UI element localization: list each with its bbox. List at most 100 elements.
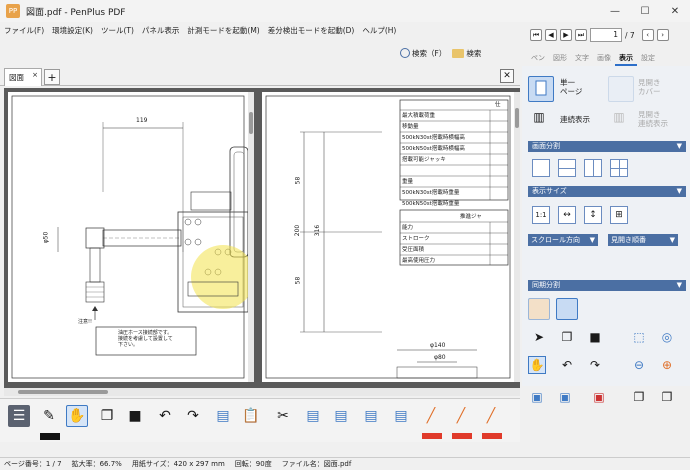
sync-split-vertical-button[interactable] bbox=[556, 298, 578, 320]
line-tool-2-icon[interactable]: ╱ bbox=[450, 405, 472, 427]
facing-cover-button[interactable] bbox=[608, 76, 634, 102]
size-section-header[interactable]: 表示サイズ ▼ bbox=[528, 186, 686, 197]
sync-section-header[interactable]: 同期分割 ▼ bbox=[528, 280, 686, 291]
split-vertical-button[interactable] bbox=[584, 159, 602, 177]
left-page-scrollbar[interactable] bbox=[248, 92, 254, 382]
menu-tools[interactable]: ツール(T) bbox=[101, 25, 134, 36]
prev-view-button[interactable]: ‹ bbox=[641, 29, 654, 41]
right-page-scrollbar[interactable] bbox=[514, 92, 520, 382]
folder-search-button[interactable]: 検索 bbox=[452, 48, 481, 59]
menu-help[interactable]: ヘルプ(H) bbox=[362, 25, 396, 36]
select-arrow-icon[interactable]: ➤ bbox=[530, 328, 548, 346]
left-page[interactable]: 119 φ50 注意!! 油圧ホース接続部です。 接続を考慮して設置して 下さい… bbox=[8, 92, 248, 382]
zoom-out-icon[interactable]: ⊖ bbox=[630, 356, 648, 374]
page-add-icon[interactable]: ▣ bbox=[556, 388, 574, 406]
target-icon[interactable]: ◎ bbox=[658, 328, 676, 346]
layer-icon[interactable]: ■ bbox=[124, 405, 146, 427]
right-page-scroll-thumb[interactable] bbox=[515, 108, 519, 128]
paste-special-icon[interactable]: ▤ bbox=[330, 405, 352, 427]
menu-measure[interactable]: 計測モードを起動(M) bbox=[187, 25, 259, 36]
folder-icon bbox=[452, 48, 465, 58]
spec-row: 重量 bbox=[402, 179, 414, 185]
redo-icon[interactable]: ↷ bbox=[182, 405, 204, 427]
prev-page-button[interactable]: ◀ bbox=[545, 29, 557, 41]
continuous-facing-label: 見開き 連続表示 bbox=[638, 110, 668, 128]
tab-image[interactable]: 画像 bbox=[593, 52, 615, 66]
split-none-button[interactable] bbox=[532, 159, 550, 177]
horizontal-scroll-thumb[interactable] bbox=[18, 390, 108, 394]
line-color-swatch-2[interactable] bbox=[452, 433, 472, 439]
copy-icon[interactable]: ❐ bbox=[96, 405, 118, 427]
continuous-icon[interactable]: ▥ bbox=[530, 108, 548, 126]
fit-visible-button[interactable]: ⊞ bbox=[610, 206, 628, 224]
add-tab-button[interactable]: + bbox=[44, 69, 60, 85]
redo-icon[interactable]: ↷ bbox=[586, 356, 604, 374]
tab-pen[interactable]: ペン bbox=[527, 52, 549, 66]
next-page-button[interactable]: ▶ bbox=[560, 29, 572, 41]
tab-document[interactable]: 図面 × bbox=[4, 68, 42, 86]
tab-text[interactable]: 文字 bbox=[571, 52, 593, 66]
split-quad-button[interactable] bbox=[610, 159, 628, 177]
scissors-icon[interactable]: ✂ bbox=[272, 405, 294, 427]
page-paste-icon[interactable]: ❐ bbox=[658, 388, 676, 406]
menu-settings[interactable]: 環境設定(K) bbox=[52, 25, 93, 36]
page-copy-icon[interactable]: ❐ bbox=[630, 388, 648, 406]
horizontal-scrollbar[interactable] bbox=[4, 388, 520, 396]
right-page[interactable]: 仕 最大積載荷重 移動量 500kN30st搭載時横幅高 500kN50st搭載… bbox=[262, 92, 514, 382]
close-pane-button[interactable]: ✕ bbox=[500, 69, 514, 83]
line-tool-1-icon[interactable]: ╱ bbox=[420, 405, 442, 427]
tab-settings[interactable]: 設定 bbox=[637, 52, 659, 66]
next-view-button[interactable]: › bbox=[656, 29, 669, 41]
minimize-button[interactable]: — bbox=[600, 0, 630, 22]
tab-view[interactable]: 表示 bbox=[615, 52, 637, 66]
copy-frame-icon[interactable]: ❐ bbox=[558, 328, 576, 346]
hand-tool-icon[interactable]: ✋ bbox=[528, 356, 546, 374]
pen-icon[interactable]: ✎ bbox=[38, 405, 60, 427]
left-page-scroll-thumb[interactable] bbox=[249, 112, 253, 134]
tab-close-icon[interactable]: × bbox=[32, 71, 38, 79]
spec-row: 500kN30st搭載時重量 bbox=[402, 190, 460, 196]
last-page-button[interactable]: ⏭ bbox=[575, 29, 587, 41]
scroll-direction-dropdown[interactable]: スクロール方向 ▼ bbox=[528, 234, 598, 246]
note-text: 油圧ホース接続部です。 接続を考慮して設置して 下さい。 bbox=[118, 330, 173, 348]
menu-panel[interactable]: パネル表示 bbox=[142, 25, 180, 36]
undo-icon[interactable]: ↶ bbox=[558, 356, 576, 374]
menu-diff[interactable]: 差分検出モードを起動(D) bbox=[268, 25, 355, 36]
line-tool-3-icon[interactable]: ╱ bbox=[480, 405, 502, 427]
frame-select-icon[interactable]: ⬚ bbox=[630, 328, 648, 346]
split-section-header[interactable]: 画面分割 ▼ bbox=[528, 141, 686, 152]
document-view[interactable]: 119 φ50 注意!! 油圧ホース接続部です。 接続を考慮して設置して 下さい… bbox=[4, 88, 520, 388]
first-page-button[interactable]: ⏮ bbox=[530, 29, 542, 41]
scroll-direction-label: スクロール方向 bbox=[531, 236, 580, 244]
page-number-input[interactable]: 1 bbox=[590, 28, 622, 42]
fit-page-button[interactable]: ↕ bbox=[584, 206, 602, 224]
single-page-button[interactable] bbox=[528, 76, 554, 102]
sync-split-button[interactable] bbox=[528, 298, 550, 320]
clipboard-icon[interactable]: 📋 bbox=[240, 405, 262, 427]
pen-color-swatch[interactable] bbox=[40, 433, 60, 440]
menu-file[interactable]: ファイル(F) bbox=[4, 25, 44, 36]
maximize-button[interactable]: ☐ bbox=[630, 0, 660, 22]
undo-icon[interactable]: ↶ bbox=[154, 405, 176, 427]
line-color-swatch-3[interactable] bbox=[482, 433, 502, 439]
tab-shape[interactable]: 図形 bbox=[549, 52, 571, 66]
page-delete-icon[interactable]: ▣ bbox=[590, 388, 608, 406]
page-move-icon[interactable]: ▤ bbox=[360, 405, 382, 427]
hand-icon[interactable]: ✋ bbox=[66, 405, 88, 427]
search-button[interactable]: 検索（F） bbox=[400, 48, 446, 59]
line-color-swatch-1[interactable] bbox=[422, 433, 442, 439]
document-icon[interactable]: ▤ bbox=[212, 405, 234, 427]
close-window-button[interactable]: ✕ bbox=[660, 0, 690, 22]
page-insert-icon[interactable]: ▣ bbox=[528, 388, 546, 406]
menu-icon[interactable]: ☰ bbox=[8, 405, 30, 427]
actual-size-button[interactable]: 1:1 bbox=[532, 206, 550, 224]
chevron-down-icon: ▼ bbox=[676, 142, 682, 150]
continuous-facing-icon[interactable]: ▥ bbox=[610, 108, 628, 126]
facing-order-dropdown[interactable]: 見開き順番 ▼ bbox=[608, 234, 678, 246]
split-horizontal-button[interactable] bbox=[558, 159, 576, 177]
page-remove-icon[interactable]: ▤ bbox=[390, 405, 412, 427]
paste-icon[interactable]: ▤ bbox=[302, 405, 324, 427]
zoom-in-icon[interactable]: ⊕ bbox=[658, 356, 676, 374]
layer-icon[interactable]: ■ bbox=[586, 328, 604, 346]
fit-width-button[interactable]: ↔ bbox=[558, 206, 576, 224]
